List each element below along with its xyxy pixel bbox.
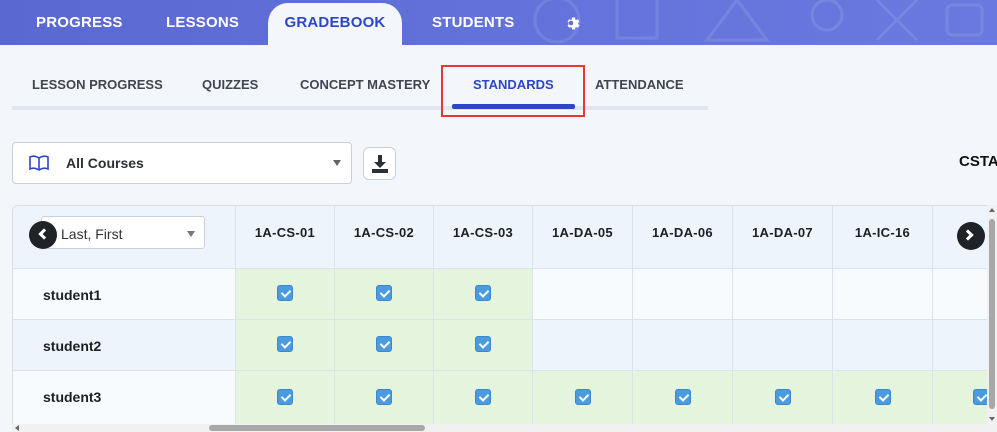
column-header-label: 1A-CS-02 [353,225,415,240]
course-select[interactable]: All Courses [12,142,352,184]
checkmark-icon [475,389,491,405]
standard-cell [733,371,833,424]
topnav-progress[interactable]: PROGRESS [36,0,123,45]
checkmark-icon [475,285,491,301]
checkmark-icon [874,389,891,405]
checkmark-icon [574,389,591,405]
scroll-up-icon[interactable] [989,208,995,212]
chevron-down-icon [187,231,195,237]
table-row: student1 [13,269,236,320]
download-button[interactable] [363,147,396,180]
standard-cell [236,269,335,320]
tab-lesson-progress[interactable]: LESSON PROGRESS [32,77,163,92]
background-pattern [533,0,984,44]
standard-cell [733,320,833,371]
highlight-box [441,65,585,117]
student-name[interactable]: student1 [43,287,101,303]
standard-cell [733,269,833,320]
table-row: student2 [13,320,236,371]
chevron-right-icon [962,229,974,241]
gear-icon[interactable] [562,14,580,32]
checkmark-icon [277,285,293,301]
standard-cell [434,320,533,371]
topnav-lessons[interactable]: LESSONS [166,0,239,45]
standard-cell [533,320,633,371]
column-header-label: 1A-IC-16 [854,225,911,240]
student-name[interactable]: student2 [43,338,101,354]
checkmark-icon [774,389,791,405]
vertical-scrollbar[interactable] [987,205,997,424]
standard-cell [335,269,434,320]
column-header: 1A-DA-07 [733,206,833,269]
sort-select-value: Last, First [61,226,123,242]
course-select-value: All Courses [66,155,144,171]
standard-cell [533,269,633,320]
standard-cell [833,371,933,424]
column-header: 1A-CS-01 [236,206,335,269]
column-header: 1A-IC-16 [833,206,933,269]
checkmark-icon [376,285,392,301]
standards-grid: Last, First 1A-CS-01 1A-CS-02 1A-CS-03 1… [12,205,997,425]
topnav-gradebook[interactable]: GRADEBOOK [268,3,402,45]
standard-cell [434,269,533,320]
book-icon [29,155,49,171]
checkmark-icon [376,336,392,352]
standard-cell [236,320,335,371]
standard-cell [833,269,933,320]
standard-cell [833,320,933,371]
checkmark-icon [376,389,392,405]
column-header-label: 1A-CS-03 [452,225,514,240]
sort-select[interactable]: Last, First [41,216,205,249]
scrollbar-thumb[interactable] [989,219,995,409]
table-row: student3 [13,371,236,424]
checkmark-icon [277,336,293,352]
tab-concept-mastery[interactable]: CONCEPT MASTERY [300,77,430,92]
checkmark-icon [277,389,293,405]
column-header: 1A-DA-05 [533,206,633,269]
column-header-label: 1A-DA-06 [652,225,713,240]
standard-cell [236,371,335,424]
scroll-down-icon[interactable] [989,417,995,421]
column-header-label: 1A-CS-01 [254,225,316,240]
standard-cell [533,371,633,424]
tab-quizzes[interactable]: QUIZZES [202,77,258,92]
tab-attendance[interactable]: ATTENDANCE [595,77,684,92]
checkmark-icon [674,389,691,405]
standard-set-label: CSTA [959,153,997,170]
subtabs-rail [12,106,708,110]
standard-cell [633,320,733,371]
standard-cell [335,371,434,424]
scroll-right-button[interactable] [957,222,985,250]
chevron-left-icon [38,228,50,240]
column-header: 1A-CS-03 [434,206,533,269]
column-header: 1A-CS-02 [335,206,434,269]
checkmark-icon [475,336,491,352]
column-header-label: 1A-DA-05 [552,225,613,240]
scroll-left-icon[interactable] [15,425,19,431]
scrollbar-thumb[interactable] [209,425,425,431]
standard-cell [633,269,733,320]
standard-cell [434,371,533,424]
topnav-students[interactable]: STUDENTS [432,0,514,45]
horizontal-scrollbar[interactable] [12,424,997,432]
student-name[interactable]: student3 [43,389,101,405]
gradebook-subtabs: LESSON PROGRESS QUIZZES CONCEPT MASTERY … [12,60,708,110]
column-header: 1A-DA-06 [633,206,733,269]
download-icon [372,155,388,173]
column-header-label: 1A-DA-07 [752,225,813,240]
standard-cell [335,320,434,371]
chevron-down-icon [333,160,341,166]
scroll-left-button[interactable] [29,221,57,249]
standard-cell [633,371,733,424]
